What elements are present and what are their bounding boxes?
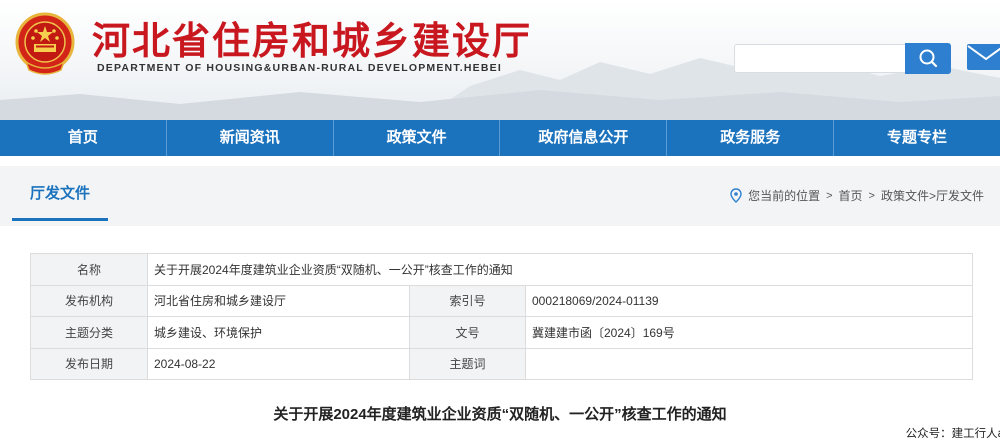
main-nav: 首页 新闻资讯 政策文件 政府信息公开 政务服务 专题专栏 <box>0 120 1000 156</box>
breadcrumb-home[interactable]: 首页 <box>839 187 863 204</box>
issuer-value: 河北省住房和城乡建设厅 <box>147 284 410 317</box>
table-row: 发布机构 河北省住房和城乡建设厅 索引号 000218069/2024-0113… <box>30 284 973 317</box>
keyword-value <box>525 347 973 380</box>
site-title: 河北省住房和城乡建设厅 <box>92 19 533 63</box>
breadcrumb-current[interactable]: 政策文件>厅发文件 <box>881 187 984 204</box>
location-pin-icon <box>730 188 742 203</box>
date-label: 发布日期 <box>30 347 148 380</box>
search-input[interactable] <box>734 44 906 73</box>
mail-button[interactable] <box>966 42 1000 72</box>
breadcrumb-separator: > <box>826 189 833 202</box>
nav-item-topics[interactable]: 专题专栏 <box>833 120 1000 156</box>
index-value: 000218069/2024-01139 <box>525 284 973 317</box>
date-value: 2024-08-22 <box>147 347 410 380</box>
section-underline <box>12 218 108 221</box>
nav-item-policy[interactable]: 政策文件 <box>332 120 500 156</box>
section-title: 厅发文件 <box>29 185 90 202</box>
table-row: 发布日期 2024-08-22 主题词 <box>30 347 973 380</box>
breadcrumb-prefix: 您当前的位置 <box>748 189 821 203</box>
search-icon <box>919 49 938 68</box>
mail-icon <box>967 44 1000 70</box>
national-emblem-icon <box>15 12 75 75</box>
site-header: 河北省住房和城乡建设厅 DEPARTMENT OF HOUSING&URBAN-… <box>0 0 1000 120</box>
name-value: 关于开展2024年度建筑业企业资质“双随机、一公开”核查工作的通知 <box>147 253 973 286</box>
watermark-text: 公众号：建工行人a <box>905 428 1000 438</box>
nav-item-home[interactable]: 首页 <box>0 120 166 156</box>
breadcrumb-separator: > <box>868 189 875 202</box>
search-button[interactable] <box>905 43 951 74</box>
nav-item-services[interactable]: 政务服务 <box>666 120 833 156</box>
keyword-label: 主题词 <box>409 347 526 380</box>
table-row: 名称 关于开展2024年度建筑业企业资质“双随机、一公开”核查工作的通知 <box>30 253 973 286</box>
index-label: 索引号 <box>409 284 526 317</box>
site-subtitle: DEPARTMENT OF HOUSING&URBAN-RURAL DEVELO… <box>97 62 502 74</box>
table-row: 主题分类 城乡建设、环境保护 文号 冀建建市函〔2024〕169号 <box>30 316 973 349</box>
category-label: 主题分类 <box>30 316 148 349</box>
nav-item-gov-info[interactable]: 政府信息公开 <box>499 120 666 156</box>
category-value: 城乡建设、环境保护 <box>147 316 410 349</box>
document-metadata-table: 名称 关于开展2024年度建筑业企业资质“双随机、一公开”核查工作的通知 发布机… <box>30 253 973 380</box>
docno-label: 文号 <box>409 316 526 349</box>
nav-item-news[interactable]: 新闻资讯 <box>165 120 333 156</box>
breadcrumb: 您当前的位置 > 首页 > 政策文件>厅发文件 <box>730 187 984 204</box>
name-label: 名称 <box>30 253 148 286</box>
docno-value: 冀建建市函〔2024〕169号 <box>525 316 973 349</box>
document-title: 关于开展2024年度建筑业企业资质“双随机、一公开”核查工作的通知 <box>273 406 727 423</box>
issuer-label: 发布机构 <box>30 284 148 317</box>
